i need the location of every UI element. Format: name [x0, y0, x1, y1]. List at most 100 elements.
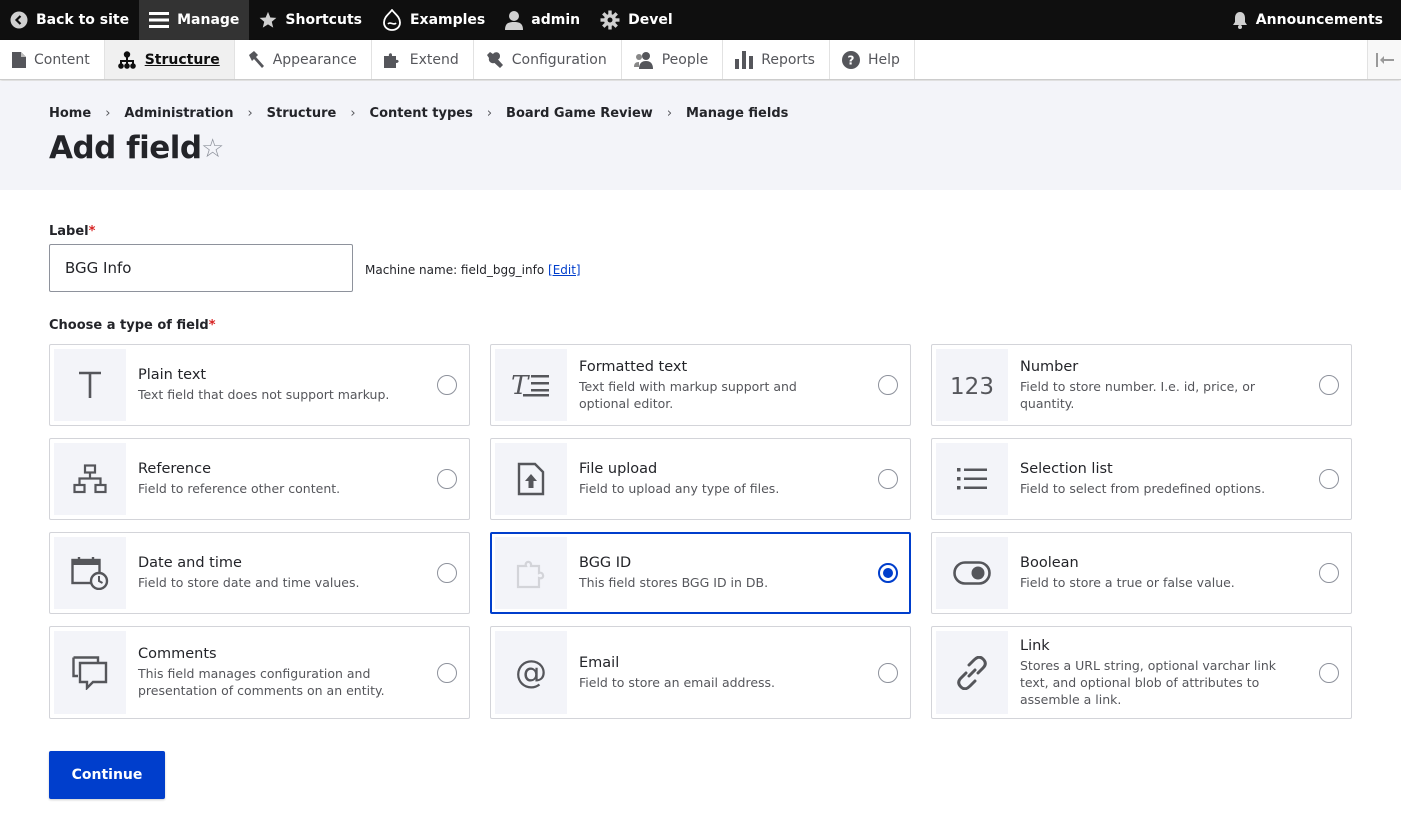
page-title: Add field: [49, 130, 202, 166]
breadcrumb-separator: ›: [105, 106, 111, 121]
label-input[interactable]: [49, 244, 353, 292]
tray-item-label: Content: [34, 51, 90, 68]
shortcut-star-icon[interactable]: ☆: [201, 134, 224, 164]
people-icon: [633, 51, 653, 69]
tray-item-structure[interactable]: Structure: [104, 40, 235, 79]
breadcrumb-administration[interactable]: Administration: [124, 106, 233, 121]
machine-name-edit-link[interactable]: [Edit]: [548, 263, 581, 277]
breadcrumb-structure[interactable]: Structure: [267, 106, 337, 121]
puzzle-piece-icon: [495, 537, 567, 609]
card-description: Field to select from predefined options.: [1020, 481, 1266, 496]
comments-icon: [54, 631, 126, 714]
breadcrumb-board-game-review[interactable]: Board Game Review: [506, 106, 653, 121]
field-type-reference[interactable]: Reference Field to reference other conten…: [49, 438, 470, 520]
continue-button[interactable]: Continue: [49, 751, 165, 799]
examples-tab[interactable]: Examples: [372, 0, 495, 40]
tray-item-appearance[interactable]: Appearance: [235, 40, 372, 79]
back-to-site-link[interactable]: Back to site: [0, 0, 139, 40]
link-icon: [936, 631, 1008, 714]
list-icon: [936, 443, 1008, 515]
formatted-text-icon: T: [495, 349, 567, 421]
hamburger-icon: [149, 12, 170, 28]
card-title: Reference: [138, 461, 212, 477]
field-type-date-time[interactable]: Date and time Field to store date and tim…: [49, 532, 470, 614]
field-type-radio[interactable]: [437, 375, 457, 395]
field-type-selection-list[interactable]: Selection list Field to select from prede…: [931, 438, 1352, 520]
toggle-icon: [936, 537, 1008, 609]
breadcrumb: Home › Administration › Structure › Cont…: [49, 106, 788, 121]
shortcuts-tab[interactable]: Shortcuts: [249, 0, 372, 40]
gear-icon: [600, 10, 620, 30]
field-type-radio[interactable]: [437, 563, 457, 583]
field-type-radio[interactable]: [878, 469, 898, 489]
tray-item-label: Reports: [761, 51, 815, 68]
card-title: Link: [1020, 637, 1050, 654]
tray-item-reports[interactable]: Reports: [723, 40, 830, 79]
tray-item-label: Configuration: [511, 51, 607, 68]
field-type-bgg-id[interactable]: BGG ID This field stores BGG ID in DB.: [490, 532, 911, 614]
card-title: Number: [1020, 358, 1079, 375]
tray-item-label: People: [661, 51, 709, 68]
tray-item-extend[interactable]: Extend: [372, 40, 474, 79]
bell-icon: [1232, 12, 1247, 29]
announcements-tab[interactable]: Announcements: [1222, 0, 1401, 40]
card-title: File upload: [579, 461, 658, 477]
user-tab[interactable]: admin: [495, 0, 590, 40]
svg-text:?: ?: [847, 53, 854, 67]
drupal-drop-icon: [383, 9, 401, 31]
arrow-left-circle-icon: [10, 11, 28, 29]
breadcrumb-separator: ›: [666, 106, 673, 121]
card-title: Date and time: [138, 555, 242, 571]
help-icon: ?: [841, 50, 860, 69]
devel-tab[interactable]: Devel: [590, 0, 683, 40]
tray-item-content[interactable]: Content: [0, 40, 105, 79]
card-description: Text field that does not support markup.: [138, 387, 390, 402]
field-type-file-upload[interactable]: File upload Field to upload any type of f…: [490, 438, 911, 520]
field-type-radio[interactable]: [878, 375, 898, 395]
tray-item-configuration[interactable]: Configuration: [474, 40, 622, 79]
announcements-label: Announcements: [1255, 12, 1383, 28]
field-type-radio[interactable]: [878, 563, 898, 583]
card-title: Email: [579, 654, 620, 671]
tray-item-people[interactable]: People: [622, 40, 724, 79]
svg-text:@: @: [515, 655, 547, 691]
field-type-number[interactable]: 123 Number Field to store number. I.e. id…: [931, 344, 1352, 426]
field-type-radio[interactable]: [1319, 563, 1339, 583]
breadcrumb-separator: ›: [350, 106, 356, 121]
tray-item-label: Extend: [409, 51, 459, 68]
field-type-radio[interactable]: [437, 662, 457, 683]
field-type-radio[interactable]: [437, 469, 457, 489]
card-description: Field to upload any type of files.: [579, 481, 780, 496]
manage-label: Manage: [177, 12, 240, 28]
svg-text:123: 123: [950, 374, 994, 399]
breadcrumb-content-types[interactable]: Content types: [370, 106, 473, 121]
required-mark: *: [208, 318, 216, 333]
field-type-plain-text[interactable]: Plain text Text field that does not suppo…: [49, 344, 470, 426]
field-type-radio[interactable]: [1319, 375, 1339, 395]
card-description: Field to reference other content.: [138, 481, 341, 496]
field-type-email[interactable]: @ Email Field to store an email address.: [490, 626, 911, 719]
card-title: Comments: [138, 646, 217, 662]
field-type-formatted-text[interactable]: T Formatted text Text field with markup s…: [490, 344, 911, 426]
shortcuts-label: Shortcuts: [285, 12, 362, 28]
devel-label: Devel: [628, 12, 673, 28]
tray-item-help[interactable]: ? Help: [830, 40, 915, 79]
field-type-radio[interactable]: [1319, 469, 1339, 489]
collapse-tray-button[interactable]: [1367, 40, 1401, 79]
file-upload-icon: [495, 443, 567, 515]
field-type-radio[interactable]: [1319, 662, 1339, 683]
manage-tab[interactable]: Manage: [139, 0, 250, 40]
wrench-icon: [486, 51, 503, 68]
breadcrumb-manage-fields[interactable]: Manage fields: [686, 106, 788, 121]
card-title: Selection list: [1020, 461, 1113, 477]
field-type-link[interactable]: Link Stores a URL string, optional varcha…: [931, 626, 1352, 719]
breadcrumb-home[interactable]: Home: [49, 106, 91, 121]
field-type-radio[interactable]: [878, 662, 898, 683]
card-title: Formatted text: [579, 358, 688, 375]
calendar-clock-icon: [54, 537, 126, 609]
field-type-boolean[interactable]: Boolean Field to store a true or false va…: [931, 532, 1352, 614]
puzzle-icon: [383, 52, 399, 68]
card-description: Field to store an email address.: [579, 674, 776, 690]
field-type-comments[interactable]: Comments This field manages configuration…: [49, 626, 470, 719]
card-description: Stores a URL string, optional varchar li…: [1020, 657, 1276, 707]
